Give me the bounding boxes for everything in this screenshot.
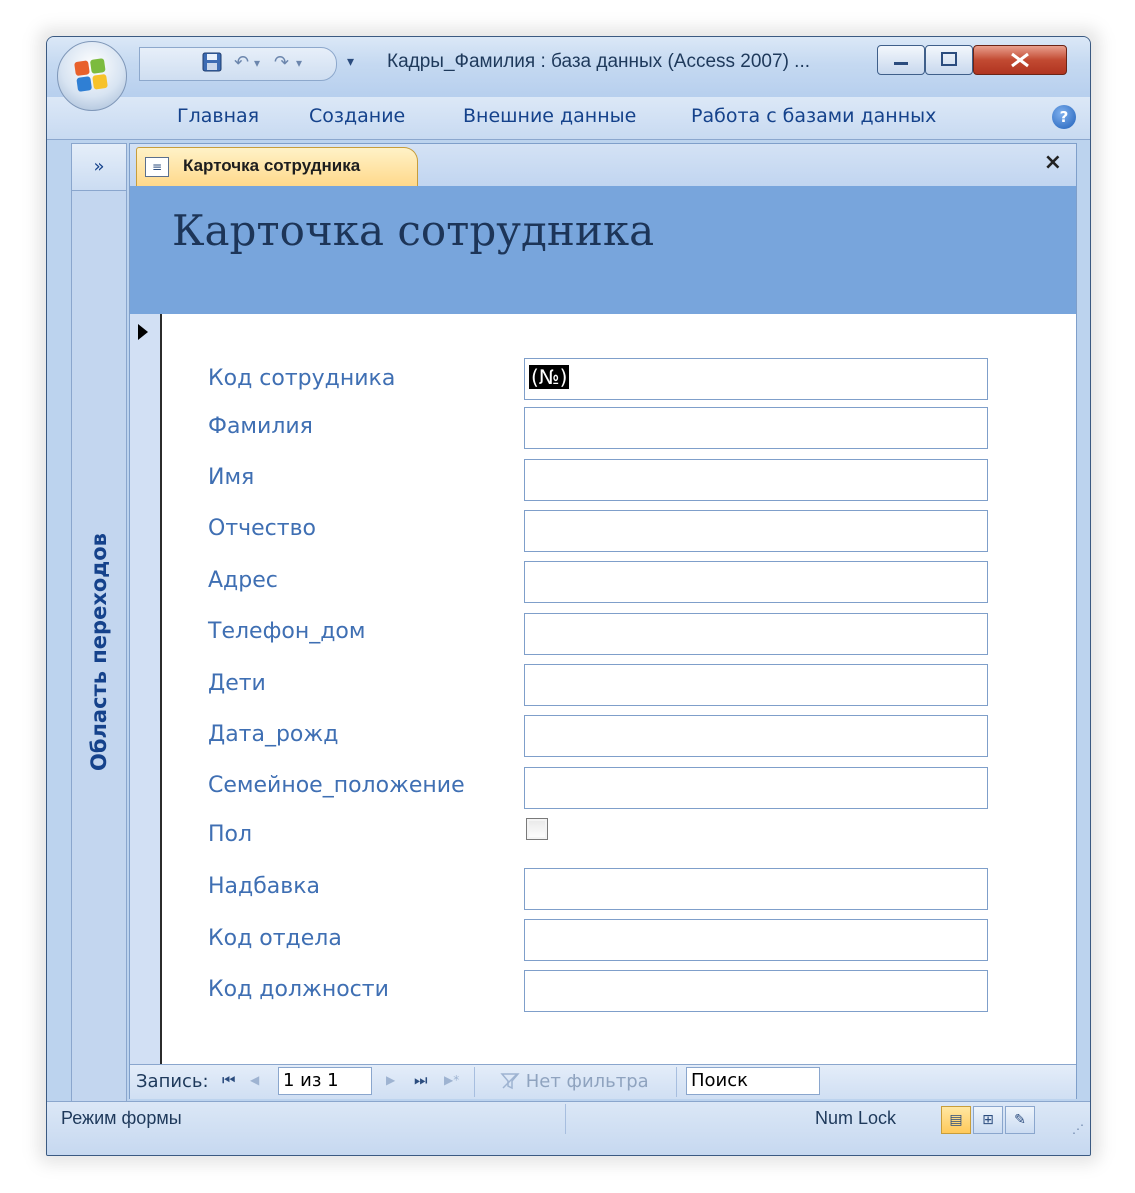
current-record-value: 1 из 1 — [283, 1070, 339, 1091]
access-window: ↶ ▾ ↷ ▾ ▾ Кадры_Фамилия : база данных (A… — [46, 36, 1091, 1156]
close-document-icon[interactable]: × — [1044, 150, 1062, 175]
field-label: Телефон_дом — [208, 619, 366, 644]
employee-id-field[interactable]: (№) — [524, 358, 988, 400]
maximize-button[interactable] — [925, 45, 973, 75]
field-label: Имя — [208, 465, 255, 490]
office-logo-icon — [74, 58, 108, 92]
previous-record-icon[interactable]: ◀ — [250, 1073, 259, 1087]
field-label: Фамилия — [208, 414, 313, 439]
next-record-icon[interactable]: ▶ — [386, 1073, 395, 1087]
field-label: Пол — [208, 822, 253, 847]
tab-create[interactable]: Создание — [309, 105, 405, 127]
first-name-field[interactable] — [524, 459, 988, 501]
funnel-icon — [500, 1073, 520, 1090]
first-record-icon[interactable]: ⏮ — [222, 1071, 236, 1089]
document-tab[interactable]: ≡ Карточка сотрудника — [136, 147, 418, 187]
form-detail: Код сотрудника (№) Фамилия Имя Отчество … — [130, 314, 1076, 1064]
search-placeholder: Поиск — [691, 1070, 749, 1091]
form-icon: ≡ — [145, 157, 169, 177]
department-id-field[interactable] — [524, 919, 988, 961]
view-mode-text: Режим формы — [61, 1108, 182, 1128]
redo-icon[interactable]: ↷ — [274, 52, 289, 74]
field-label: Код отдела — [208, 926, 342, 951]
field-label: Дата_рожд — [208, 722, 339, 747]
close-icon — [1011, 52, 1029, 68]
quick-access-toolbar: ↶ ▾ ↷ ▾ — [139, 47, 337, 81]
record-label: Запись: — [136, 1071, 209, 1092]
chevron-down-icon[interactable]: ▾ — [296, 52, 302, 74]
filter-label: Нет фильтра — [525, 1071, 649, 1092]
status-bar: Режим формы Num Lock ▤ ⊞ ✎ ⋰ — [47, 1101, 1090, 1155]
close-button[interactable] — [973, 45, 1067, 75]
record-selector[interactable] — [130, 314, 162, 1064]
marital-status-field[interactable] — [524, 767, 988, 809]
form-view-icon[interactable]: ▤ — [941, 1106, 971, 1134]
navigation-pane-label[interactable]: Область переходов — [87, 533, 111, 771]
field-label: Дети — [208, 671, 266, 696]
tab-home[interactable]: Главная — [177, 105, 259, 127]
office-button[interactable] — [57, 41, 127, 111]
document-tab-strip: ≡ Карточка сотрудника × — [130, 144, 1076, 187]
expand-nav-icon[interactable]: » — [72, 144, 126, 191]
gender-checkbox[interactable] — [526, 818, 548, 840]
minimize-button[interactable] — [877, 45, 925, 75]
design-view-icon[interactable]: ✎ — [1005, 1106, 1035, 1134]
chevron-down-icon[interactable]: ▾ — [254, 52, 260, 74]
form-document: ≡ Карточка сотрудника × Карточка сотрудн… — [129, 143, 1077, 1099]
undo-icon[interactable]: ↶ — [234, 52, 249, 74]
field-label: Адрес — [208, 568, 278, 593]
current-record-arrow-icon — [138, 324, 148, 340]
help-icon[interactable]: ? — [1052, 105, 1076, 129]
field-label: Надбавка — [208, 874, 321, 899]
filter-toggle[interactable]: Нет фильтра — [500, 1071, 649, 1092]
surname-field[interactable] — [524, 407, 988, 449]
form-header: Карточка сотрудника — [130, 186, 1076, 314]
resize-grip-icon[interactable]: ⋰ — [1072, 1122, 1084, 1136]
new-record-icon[interactable]: ▶* — [444, 1073, 459, 1087]
tab-database-tools[interactable]: Работа с базами данных — [691, 105, 936, 127]
address-field[interactable] — [524, 561, 988, 603]
document-tab-label: Карточка сотрудника — [183, 156, 361, 175]
employee-id-value: (№) — [529, 365, 570, 389]
ribbon-tabs: Главная Создание Внешние данные Работа с… — [47, 97, 1090, 140]
field-label: Код сотрудника — [208, 366, 396, 391]
field-label: Отчество — [208, 516, 317, 541]
current-record-input[interactable]: 1 из 1 — [278, 1067, 372, 1095]
bonus-field[interactable] — [524, 868, 988, 910]
birth-date-field[interactable] — [524, 715, 988, 757]
home-phone-field[interactable] — [524, 613, 988, 655]
field-label: Код должности — [208, 977, 389, 1002]
search-input[interactable]: Поиск — [686, 1067, 820, 1095]
window-title: Кадры_Фамилия : база данных (Access 2007… — [387, 51, 811, 72]
divider — [474, 1067, 475, 1097]
tab-external-data[interactable]: Внешние данные — [463, 105, 636, 127]
patronymic-field[interactable] — [524, 510, 988, 552]
customize-icon[interactable]: ▾ — [347, 51, 354, 73]
children-field[interactable] — [524, 664, 988, 706]
divider — [565, 1104, 566, 1134]
datasheet-view-icon[interactable]: ⊞ — [973, 1106, 1003, 1134]
save-icon[interactable] — [202, 52, 222, 74]
numlock-indicator: Num Lock — [815, 1108, 897, 1128]
field-label: Семейное_положение — [208, 773, 465, 798]
last-record-icon[interactable]: ⏭ — [414, 1071, 428, 1089]
navigation-pane[interactable]: » Область переходов — [71, 143, 127, 1103]
record-navigation-bar: Запись: ⏮ ◀ 1 из 1 ▶ ⏭ ▶* Нет фильтра По… — [130, 1064, 1076, 1099]
title-bar: ↶ ▾ ↷ ▾ ▾ Кадры_Фамилия : база данных (A… — [47, 37, 1090, 97]
divider — [676, 1067, 677, 1097]
position-id-field[interactable] — [524, 970, 988, 1012]
form-title: Карточка сотрудника — [172, 206, 655, 255]
